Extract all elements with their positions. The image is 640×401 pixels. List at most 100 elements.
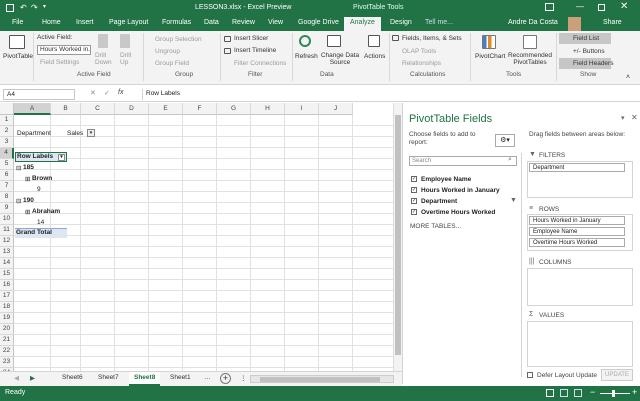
row-header-23[interactable]: 23	[0, 357, 14, 368]
row-labels-dropdown-icon[interactable]: ▾	[58, 154, 65, 161]
more-tables-link[interactable]: MORE TABLES...	[410, 223, 461, 230]
recommended-icon[interactable]	[523, 35, 537, 49]
sheet-tab-sheet8[interactable]: Sheet8	[129, 372, 161, 386]
page-layout-view-icon[interactable]	[560, 389, 568, 397]
expand-185-icon[interactable]: ⊟	[16, 164, 21, 172]
add-sheet-button[interactable]: +	[220, 373, 231, 384]
row-pill-employee-name[interactable]: Employee Name	[529, 227, 625, 236]
tab-review[interactable]: Review	[232, 19, 255, 26]
refresh-icon[interactable]	[299, 35, 311, 47]
active-field-input[interactable]: Hours Worked in...	[37, 45, 91, 55]
row-header-9[interactable]: 9	[0, 203, 14, 214]
horizontal-scrollbar[interactable]	[250, 375, 394, 383]
tab-data[interactable]: Data	[204, 19, 219, 26]
drill-up-button[interactable]: Drill Up	[120, 52, 134, 66]
tell-me-box[interactable]: Tell me...	[425, 19, 453, 26]
row-header-12[interactable]: 12	[0, 236, 14, 247]
columns-area[interactable]	[527, 268, 633, 306]
buttons-toggle[interactable]: +/- Buttons	[559, 46, 611, 57]
checkbox-hours-worked[interactable]: ✓	[411, 187, 417, 193]
column-header-i[interactable]: I	[285, 103, 319, 115]
enter-icon[interactable]: ✓	[104, 89, 110, 97]
row-header-11[interactable]: 11	[0, 225, 14, 236]
change-data-source-icon[interactable]	[327, 35, 341, 47]
column-header-j[interactable]: J	[319, 103, 353, 115]
user-name[interactable]: Andre Da Costa	[508, 19, 558, 26]
row-header-13[interactable]: 13	[0, 247, 14, 258]
ungroup-button[interactable]: Ungroup	[155, 48, 180, 55]
row-pill-overtime[interactable]: Overtime Hours Worked	[529, 238, 625, 247]
item-abraham[interactable]: Abraham	[32, 208, 60, 215]
row-header-3[interactable]: 3	[0, 137, 14, 148]
row-header-14[interactable]: 14	[0, 258, 14, 269]
select-all-corner[interactable]	[0, 103, 14, 115]
ribbon-display-icon[interactable]	[545, 3, 554, 11]
drill-down-icon[interactable]	[98, 34, 108, 48]
item-brown[interactable]: Brown	[32, 175, 52, 182]
field-list-button[interactable]: Field List	[559, 33, 611, 44]
vertical-scrollbar[interactable]	[393, 103, 402, 371]
row-header-19[interactable]: 19	[0, 313, 14, 324]
sheet-tab-sheet7[interactable]: Sheet7	[98, 374, 119, 381]
minimize-button[interactable]: —	[576, 2, 584, 11]
actions-icon[interactable]	[368, 35, 380, 47]
insert-function-icon[interactable]: fx	[118, 89, 123, 96]
filter-dropdown-icon[interactable]: ▾	[87, 129, 95, 137]
column-header-f[interactable]: F	[183, 103, 217, 115]
row-header-22[interactable]: 22	[0, 346, 14, 357]
search-input[interactable]: Search	[409, 156, 517, 166]
column-header-a[interactable]: A	[14, 103, 51, 115]
value-9[interactable]: 9	[37, 186, 41, 193]
group-field-button[interactable]: Group Field	[155, 60, 189, 67]
collapse-ribbon-icon[interactable]: ˄	[626, 74, 630, 81]
cancel-icon[interactable]: ✕	[90, 89, 96, 97]
worksheet-grid[interactable]: ABCDEFGHIJ 1 2 3 4 5 6 7 8 9 10 11 12 13 14 15 16 17 18 19…	[0, 103, 402, 371]
row-header-6[interactable]: 6	[0, 170, 14, 181]
prev-sheet-icon[interactable]: ◀	[14, 374, 19, 382]
column-header-c[interactable]: C	[81, 103, 115, 115]
row-header-10[interactable]: 10	[0, 214, 14, 225]
row-labels-header[interactable]: Row Labels ▾	[15, 152, 67, 162]
sheet-tab-sheet1[interactable]: Sheet1	[170, 374, 191, 381]
sheet-scroll-options-icon[interactable]: ⋮	[240, 374, 247, 382]
row-header-2[interactable]: 2	[0, 126, 14, 137]
zoom-slider[interactable]	[600, 393, 630, 394]
column-header-b[interactable]: B	[51, 103, 81, 115]
insert-timeline-button[interactable]: Insert Timeline	[234, 47, 276, 54]
checkbox-overtime[interactable]: ✓	[411, 209, 417, 215]
field-headers-button[interactable]: Field Headers	[559, 58, 613, 69]
sales-label[interactable]: Sales	[67, 130, 83, 137]
field-settings-button[interactable]: Field Settings	[40, 59, 79, 66]
insert-slicer-button[interactable]: Insert Slicer	[234, 35, 268, 42]
group-185[interactable]: 185	[23, 164, 34, 171]
next-sheet-icon[interactable]: ▶	[30, 374, 35, 382]
undo-icon[interactable]: ↶	[20, 3, 27, 12]
defer-layout-checkbox[interactable]	[527, 372, 533, 378]
avatar[interactable]	[568, 17, 581, 31]
tab-home[interactable]: Home	[42, 19, 61, 26]
scroll-thumb[interactable]	[395, 115, 401, 355]
tab-formulas[interactable]: Formulas	[162, 19, 191, 26]
olap-tools-button[interactable]: OLAP Tools	[402, 48, 436, 55]
row-header-17[interactable]: 17	[0, 291, 14, 302]
tab-analyze[interactable]: Analyze	[344, 17, 381, 31]
pane-close-icon[interactable]: ✕	[631, 113, 638, 122]
formula-input[interactable]: Row Labels	[142, 89, 636, 100]
normal-view-icon[interactable]	[546, 389, 554, 397]
page-break-view-icon[interactable]	[574, 389, 582, 397]
department-label[interactable]: Department	[17, 130, 51, 137]
actions-button[interactable]: Actions	[364, 53, 385, 60]
pane-divider[interactable]	[521, 153, 522, 377]
redo-icon[interactable]: ↷	[31, 3, 38, 12]
save-icon[interactable]	[6, 4, 14, 12]
filter-pill-department[interactable]: Department	[529, 163, 625, 172]
fields-items-sets-button[interactable]: Fields, Items, & Sets	[402, 35, 462, 42]
tab-design[interactable]: Design	[390, 19, 412, 26]
zoom-slider-thumb[interactable]	[612, 390, 615, 397]
checkbox-department[interactable]: ✓	[411, 198, 417, 204]
search-icon[interactable]: ⌕	[508, 156, 512, 164]
pane-options-icon[interactable]: ▾	[621, 114, 625, 122]
row-header-1[interactable]: 1	[0, 115, 14, 126]
checkbox-employee-name[interactable]: ✓	[411, 176, 417, 182]
tab-insert[interactable]: Insert	[76, 19, 94, 26]
